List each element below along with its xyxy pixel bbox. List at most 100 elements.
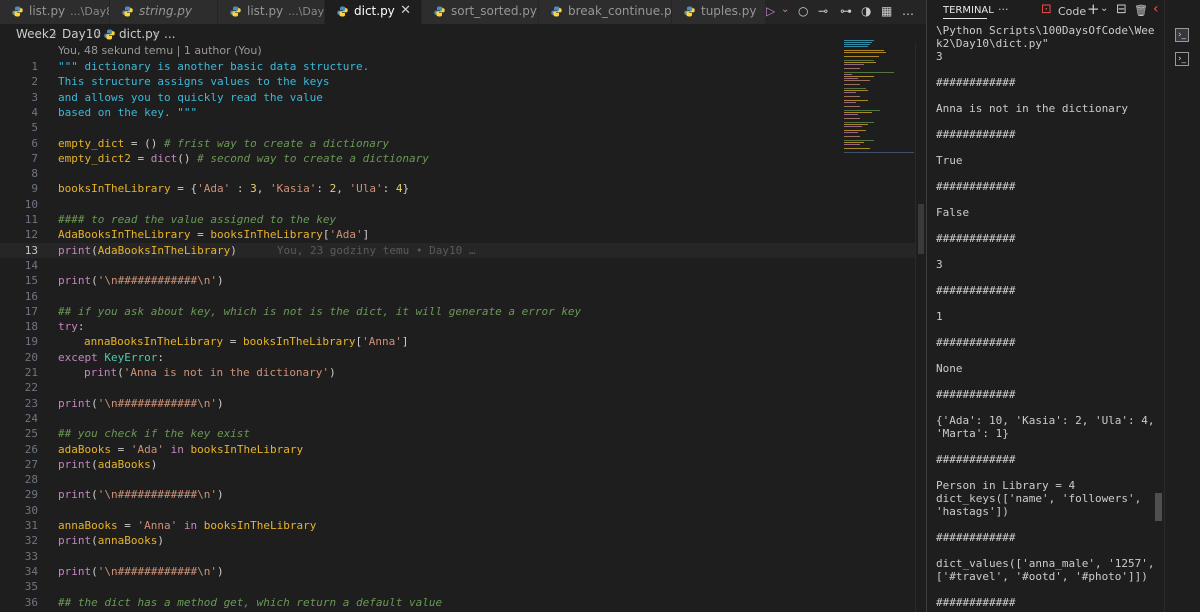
code-line[interactable]: 22 bbox=[0, 380, 915, 395]
code-token: = { bbox=[170, 182, 198, 196]
tab-label: list.py...\Day9 bbox=[247, 4, 324, 18]
code-line[interactable]: 21 print('Anna is not in the dictionary') bbox=[0, 365, 915, 380]
code-token: KeyError bbox=[104, 350, 158, 364]
code-line[interactable]: 24 bbox=[0, 411, 915, 426]
minimap[interactable] bbox=[840, 40, 920, 160]
code-line[interactable]: 16 bbox=[0, 289, 915, 304]
code-line[interactable]: 14 bbox=[0, 258, 915, 273]
code-token: """ dictionary is another basic data str… bbox=[58, 60, 370, 73]
breadcrumb-more[interactable]: ... bbox=[164, 27, 175, 41]
minimap-line bbox=[844, 122, 874, 123]
close-icon[interactable]: ✕ bbox=[400, 3, 411, 18]
tab-string-py[interactable]: string.py bbox=[110, 0, 218, 24]
minimap-line bbox=[844, 72, 894, 73]
tab-list-py-day9[interactable]: list.py...\Day9 bbox=[218, 0, 325, 24]
code-line[interactable]: 10 bbox=[0, 197, 915, 212]
minimap-line bbox=[844, 46, 868, 47]
code-editor[interactable]: 1 """ dictionary is another basic data st… bbox=[0, 56, 915, 612]
code-line[interactable]: 29 print('\n############\n') bbox=[0, 487, 915, 502]
code-line[interactable]: 2 This structure assigns values to the ke… bbox=[0, 74, 915, 89]
code-line[interactable]: 34 print('\n############\n') bbox=[0, 564, 915, 579]
toggle-blame-icon[interactable]: ◑ bbox=[861, 4, 871, 18]
trash-icon[interactable]: 🗑 bbox=[1134, 4, 1148, 17]
code-line[interactable]: 8 bbox=[0, 166, 915, 181]
line-number: 2 bbox=[31, 75, 38, 89]
open-changes-icon[interactable]: ○ bbox=[798, 4, 808, 18]
code-token: print bbox=[58, 564, 92, 578]
split-terminal-icon[interactable]: ⊟ bbox=[1116, 2, 1127, 17]
code-line[interactable]: 31 annaBooks = 'Anna' in booksInTheLibrar… bbox=[0, 518, 915, 533]
code-line[interactable]: 30 bbox=[0, 503, 915, 518]
code-line[interactable]: 36 ## the dict has a method get, which re… bbox=[0, 595, 915, 610]
run-icon[interactable]: ▷ bbox=[766, 4, 775, 18]
tab-list-py-day8[interactable]: list.py ...\Day8 bbox=[0, 0, 110, 24]
split-editor-icon[interactable]: ▦ bbox=[881, 4, 892, 18]
code-token: adaBooks bbox=[97, 457, 151, 471]
tab-dict-py[interactable]: dict.py ✕ bbox=[325, 0, 422, 24]
code-token: = bbox=[117, 519, 138, 532]
terminal-scrollbar-thumb[interactable] bbox=[1155, 493, 1162, 521]
code-line[interactable]: 3 and allows you to quickly read the valu… bbox=[0, 90, 915, 105]
code-line[interactable]: 15 print('\n############\n') bbox=[0, 273, 915, 288]
run-caret-icon[interactable]: ⌄ bbox=[781, 4, 789, 15]
breadcrumb-week2[interactable]: Week2 bbox=[16, 27, 57, 41]
terminal-instance-2[interactable]: ›_ bbox=[1175, 52, 1189, 66]
minimap-line bbox=[844, 62, 876, 63]
terminal-shell-label[interactable]: Code bbox=[1058, 5, 1086, 18]
code-line[interactable]: 7 empty_dict2 = dict() # second way to cr… bbox=[0, 151, 915, 166]
code-text: except KeyError: bbox=[58, 350, 164, 365]
editor-scrollbar-thumb[interactable] bbox=[918, 204, 924, 254]
python-file-icon bbox=[684, 6, 695, 17]
code-line[interactable]: 11 #### to read the value assigned to the… bbox=[0, 212, 915, 227]
breadcrumb-separator: › bbox=[52, 27, 57, 41]
terminal-dropdown-icon[interactable]: ⌄ bbox=[1100, 3, 1108, 14]
code-line[interactable]: 17 ## if you ask about key, which is not … bbox=[0, 304, 915, 319]
minimap-line bbox=[844, 52, 886, 53]
code-token: ) bbox=[216, 396, 224, 410]
code-text: print(AdaBooksInTheLibrary) You, 23 godzi… bbox=[58, 243, 476, 258]
code-line[interactable]: 1 """ dictionary is another basic data st… bbox=[0, 59, 915, 74]
code-line[interactable]: 20 except KeyError: bbox=[0, 350, 915, 365]
tab-terminal[interactable]: TERMINAL bbox=[943, 5, 994, 16]
code-line[interactable]: 33 bbox=[0, 549, 915, 564]
minimap-line bbox=[844, 112, 872, 113]
more-icon[interactable]: ··· bbox=[998, 3, 1009, 16]
chevron-left-icon[interactable]: ‹ bbox=[1153, 1, 1159, 17]
git-next-icon[interactable]: ⊶ bbox=[840, 4, 852, 18]
code-token: '\n############\n' bbox=[97, 274, 217, 288]
code-line[interactable]: 35 bbox=[0, 579, 915, 594]
code-line[interactable]: 25 ## you check if the key exist bbox=[0, 426, 915, 441]
code-line[interactable]: 4 based on the key. """ bbox=[0, 105, 915, 120]
new-terminal-icon[interactable]: + bbox=[1087, 0, 1100, 18]
code-line[interactable]: 26 adaBooks = 'Ada' in booksInTheLibrary bbox=[0, 442, 915, 457]
code-line[interactable]: 19 annaBooksInTheLibrary = booksInTheLibr… bbox=[0, 334, 915, 349]
code-line[interactable]: 32 print(annaBooks) bbox=[0, 533, 915, 548]
code-text: empty_dict = () # frist way to create a … bbox=[58, 136, 389, 151]
tab-break-continue-py[interactable]: break_continue.py bbox=[539, 0, 672, 24]
code-line[interactable]: 12 AdaBooksInTheLibrary = booksInTheLibra… bbox=[0, 227, 915, 242]
code-token: 'Kasia' bbox=[269, 182, 317, 196]
terminal-instance-1[interactable]: ›_ bbox=[1175, 28, 1189, 42]
tab-sort-sorted-py[interactable]: sort_sorted.py bbox=[422, 0, 539, 24]
minimap-line bbox=[844, 124, 868, 125]
more-actions-icon[interactable]: … bbox=[902, 4, 914, 18]
code-token: ) bbox=[150, 457, 158, 471]
code-text: based on the key. """ bbox=[58, 105, 197, 120]
python-file-icon bbox=[551, 6, 562, 17]
terminal-output[interactable]: \Python Scripts\100DaysOfCode\Week2\Day1… bbox=[936, 24, 1158, 609]
code-line[interactable]: 23 print('\n############\n') bbox=[0, 396, 915, 411]
code-line[interactable]: 13 print(AdaBooksInTheLibrary) You, 23 god… bbox=[0, 242, 915, 258]
minimap-line bbox=[844, 56, 879, 57]
code-line[interactable]: 5 bbox=[0, 120, 915, 135]
code-line[interactable]: 27 print(adaBooks) bbox=[0, 457, 915, 472]
code-token: print bbox=[58, 396, 92, 410]
line-number: 5 bbox=[31, 121, 38, 135]
terminal-shell-icon[interactable]: ⊡ bbox=[1041, 2, 1052, 17]
code-token: print bbox=[58, 274, 92, 288]
code-line[interactable]: 28 bbox=[0, 472, 915, 487]
code-line[interactable]: 6 empty_dict = () # frist way to create a… bbox=[0, 136, 915, 151]
code-line[interactable]: 9 booksInTheLibrary = {'Ada' : 3, 'Kasia'… bbox=[0, 181, 915, 196]
git-prev-icon[interactable]: ⊸ bbox=[818, 4, 828, 18]
tab-tuples-py[interactable]: tuples.py bbox=[672, 0, 766, 24]
code-line[interactable]: 18 try: bbox=[0, 319, 915, 334]
